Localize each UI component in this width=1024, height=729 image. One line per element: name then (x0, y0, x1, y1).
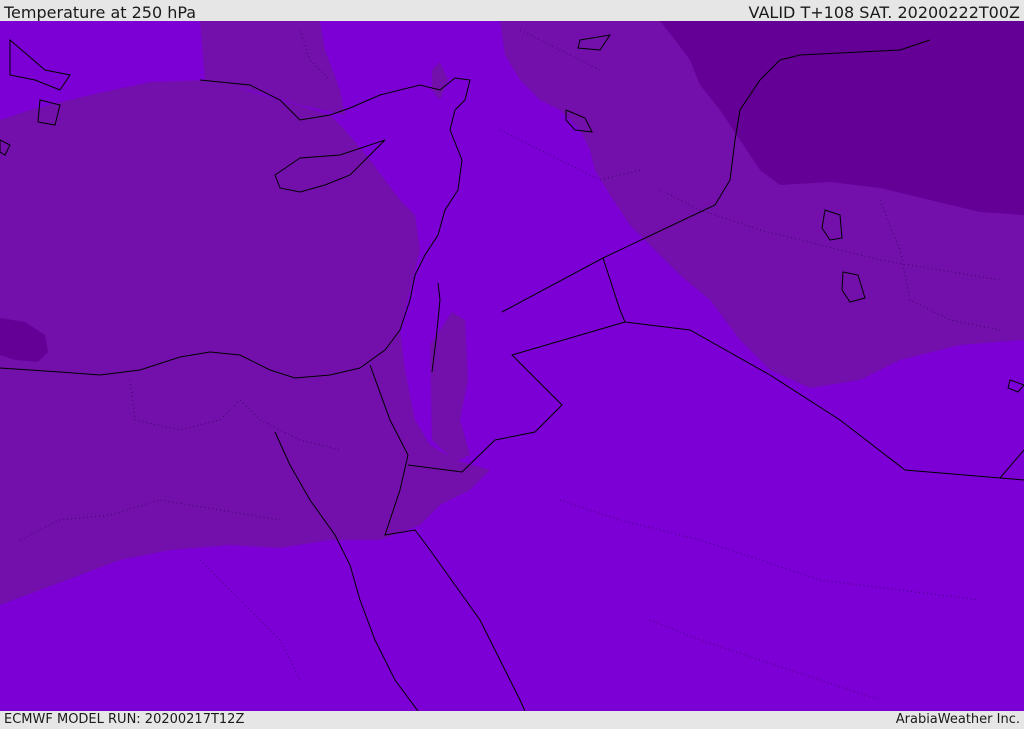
temperature-map (0, 21, 1024, 711)
credit-label: ArabiaWeather Inc. (895, 712, 1020, 727)
title-bar: Temperature at 250 hPa VALID T+108 SAT. … (0, 0, 1024, 22)
map-viewer: Temperature at 250 hPa VALID T+108 SAT. … (0, 0, 1024, 729)
model-run-label: ECMWF MODEL RUN: 20200217T12Z (4, 712, 245, 727)
footer-bar: ECMWF MODEL RUN: 20200217T12Z ArabiaWeat… (0, 711, 1024, 729)
